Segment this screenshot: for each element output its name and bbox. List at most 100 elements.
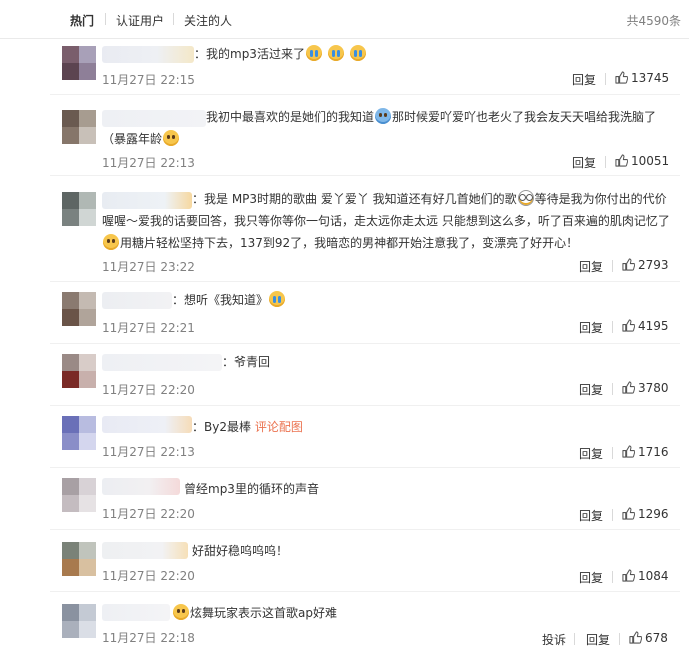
comment-text: ：By2最棒 评论配图 <box>192 420 303 434</box>
username-blurred[interactable] <box>102 192 192 209</box>
thumbs-up-icon <box>622 507 635 520</box>
like-button[interactable]: 678 <box>629 631 668 645</box>
reply-button[interactable]: 回复 <box>572 154 596 171</box>
comment-item: 我初中最喜欢的是她们的我知道 那时候爱吖爱吖也老火了我会友天天唱给我洗脑了 （暴露… <box>0 94 689 176</box>
like-button[interactable]: 10051 <box>615 154 669 168</box>
cry-icon <box>327 45 344 61</box>
like-count: 1716 <box>638 445 669 459</box>
cry-icon <box>305 45 322 61</box>
thumbs-up-icon <box>629 631 642 644</box>
report-button[interactable]: 投诉 <box>542 631 566 648</box>
comment-time: 11月27日 22:20 <box>102 507 195 521</box>
thumbs-up-icon <box>615 71 628 84</box>
avatar[interactable] <box>62 416 96 450</box>
thumbs-up-icon <box>622 569 635 582</box>
comment-time: 11月27日 22:20 <box>102 569 195 583</box>
reply-button[interactable]: 回复 <box>579 445 603 462</box>
comment-text: 曾经mp3里的循环的声音 <box>184 482 319 496</box>
comment-text: ：爷青回 <box>222 355 271 369</box>
action-divider <box>612 447 613 459</box>
comment-item: 曾经mp3里的循环的声音 11月27日 22:20 回复 1296 <box>0 468 689 530</box>
comment-item: ：By2最棒 评论配图 11月27日 22:13 回复 1716 <box>0 406 689 468</box>
username-blurred[interactable] <box>102 542 188 559</box>
comment-time: 11月27日 22:18 <box>102 631 195 645</box>
avatar[interactable] <box>62 604 96 638</box>
action-divider <box>612 260 613 272</box>
reply-button[interactable]: 回复 <box>579 569 603 586</box>
action-divider <box>574 633 575 645</box>
avatar[interactable] <box>62 542 96 576</box>
comment-image-link[interactable]: 评论配图 <box>255 420 303 434</box>
avatar[interactable] <box>62 292 96 326</box>
comment-item: ：想听《我知道》 11月27日 22:21 回复 4195 <box>0 282 689 344</box>
like-button[interactable]: 4195 <box>622 319 669 333</box>
avatar[interactable] <box>62 354 96 388</box>
username-blurred[interactable] <box>102 292 172 309</box>
like-count: 4195 <box>638 319 669 333</box>
username-blurred[interactable] <box>102 354 222 371</box>
laugh-icon <box>103 234 119 250</box>
comment-item: 炫舞玩家表示这首歌ap好难 11月27日 22:18 投诉 回复 678 <box>0 592 689 652</box>
action-divider <box>612 321 613 333</box>
reply-button[interactable]: 回复 <box>586 631 610 648</box>
comment-time: 11月27日 22:13 <box>102 445 195 459</box>
thumbs-up-icon <box>622 319 635 332</box>
avatar[interactable] <box>62 478 96 512</box>
comment-tabs: 热门 认证用户 关注的人 共4590条 <box>0 0 689 39</box>
avatar[interactable] <box>62 192 96 226</box>
tab-hot[interactable]: 热门 <box>70 12 94 29</box>
comment-total-count: 共4590条 <box>626 14 681 28</box>
thumbs-up-icon <box>615 154 628 167</box>
username-blurred[interactable] <box>102 416 192 433</box>
action-divider <box>619 633 620 645</box>
comment-time: 11月27日 22:20 <box>102 383 195 397</box>
like-button[interactable]: 1296 <box>622 507 669 521</box>
tab-verified-users[interactable]: 认证用户 <box>116 12 164 29</box>
tab-divider <box>173 13 174 25</box>
comment-item: ：我的mp3活过来了 11月27日 22:15 回复 13745 <box>0 38 689 95</box>
username-blurred[interactable] <box>102 110 206 127</box>
smirk-icon <box>173 604 189 620</box>
like-count: 1296 <box>638 507 669 521</box>
username-blurred[interactable] <box>102 604 170 621</box>
like-button[interactable]: 2793 <box>622 258 669 272</box>
comment-text-line: 喔喔～爱我的话要回答，我只等你等你一句话，走太远你走太远 只能想到这么多，听了百… <box>102 214 670 228</box>
like-button[interactable]: 1084 <box>622 569 669 583</box>
comment-item: 好甜好稳呜呜呜！ 11月27日 22:20 回复 1084 <box>0 530 689 592</box>
comment-text: ：想听《我知道》 <box>172 289 671 311</box>
tab-following[interactable]: 关注的人 <box>184 12 232 29</box>
action-divider <box>605 156 606 168</box>
thumbs-up-icon <box>622 381 635 394</box>
cry-icon <box>269 291 286 307</box>
comment-text: ：我的mp3活过来了 <box>194 43 671 65</box>
cry-icon <box>349 45 366 61</box>
comment-text: 炫舞玩家表示这首歌ap好难 <box>172 602 671 624</box>
comment-item: ：我是 MP3时期的歌曲 爱丫爱丫 我知道还有好几首她们的歌 等待是我为你付出的代… <box>0 176 689 282</box>
like-count: 1084 <box>638 569 669 583</box>
like-count: 13745 <box>631 71 670 85</box>
like-button[interactable]: 3780 <box>622 381 669 395</box>
like-button[interactable]: 1716 <box>622 445 669 459</box>
face-icon <box>375 108 392 124</box>
reply-button[interactable]: 回复 <box>579 507 603 524</box>
action-divider <box>612 383 613 395</box>
avatar[interactable] <box>62 46 96 80</box>
thumbs-up-icon <box>622 258 635 271</box>
comment-time: 11月27日 22:15 <box>102 73 195 87</box>
comment-item: ：爷青回 11月27日 22:20 回复 3780 <box>0 344 689 406</box>
like-count: 2793 <box>638 258 669 272</box>
like-button[interactable]: 13745 <box>615 71 669 85</box>
reply-button[interactable]: 回复 <box>579 319 603 336</box>
comment-text-line: （暴露年龄 <box>102 128 671 150</box>
reply-button[interactable]: 回复 <box>579 381 603 398</box>
username-blurred[interactable] <box>102 478 180 495</box>
username-blurred[interactable] <box>102 46 194 63</box>
action-divider <box>605 73 606 85</box>
comment-text-line: 用糖片轻松坚持下去，137到92了，我暗恋的男神都开始注意我了，变漂亮了好开心！ <box>102 232 671 254</box>
comment-time: 11月27日 23:22 <box>102 260 195 274</box>
reply-button[interactable]: 回复 <box>579 258 603 275</box>
action-divider <box>612 571 613 583</box>
avatar[interactable] <box>62 110 96 144</box>
reply-button[interactable]: 回复 <box>572 71 596 88</box>
action-divider <box>612 509 613 521</box>
